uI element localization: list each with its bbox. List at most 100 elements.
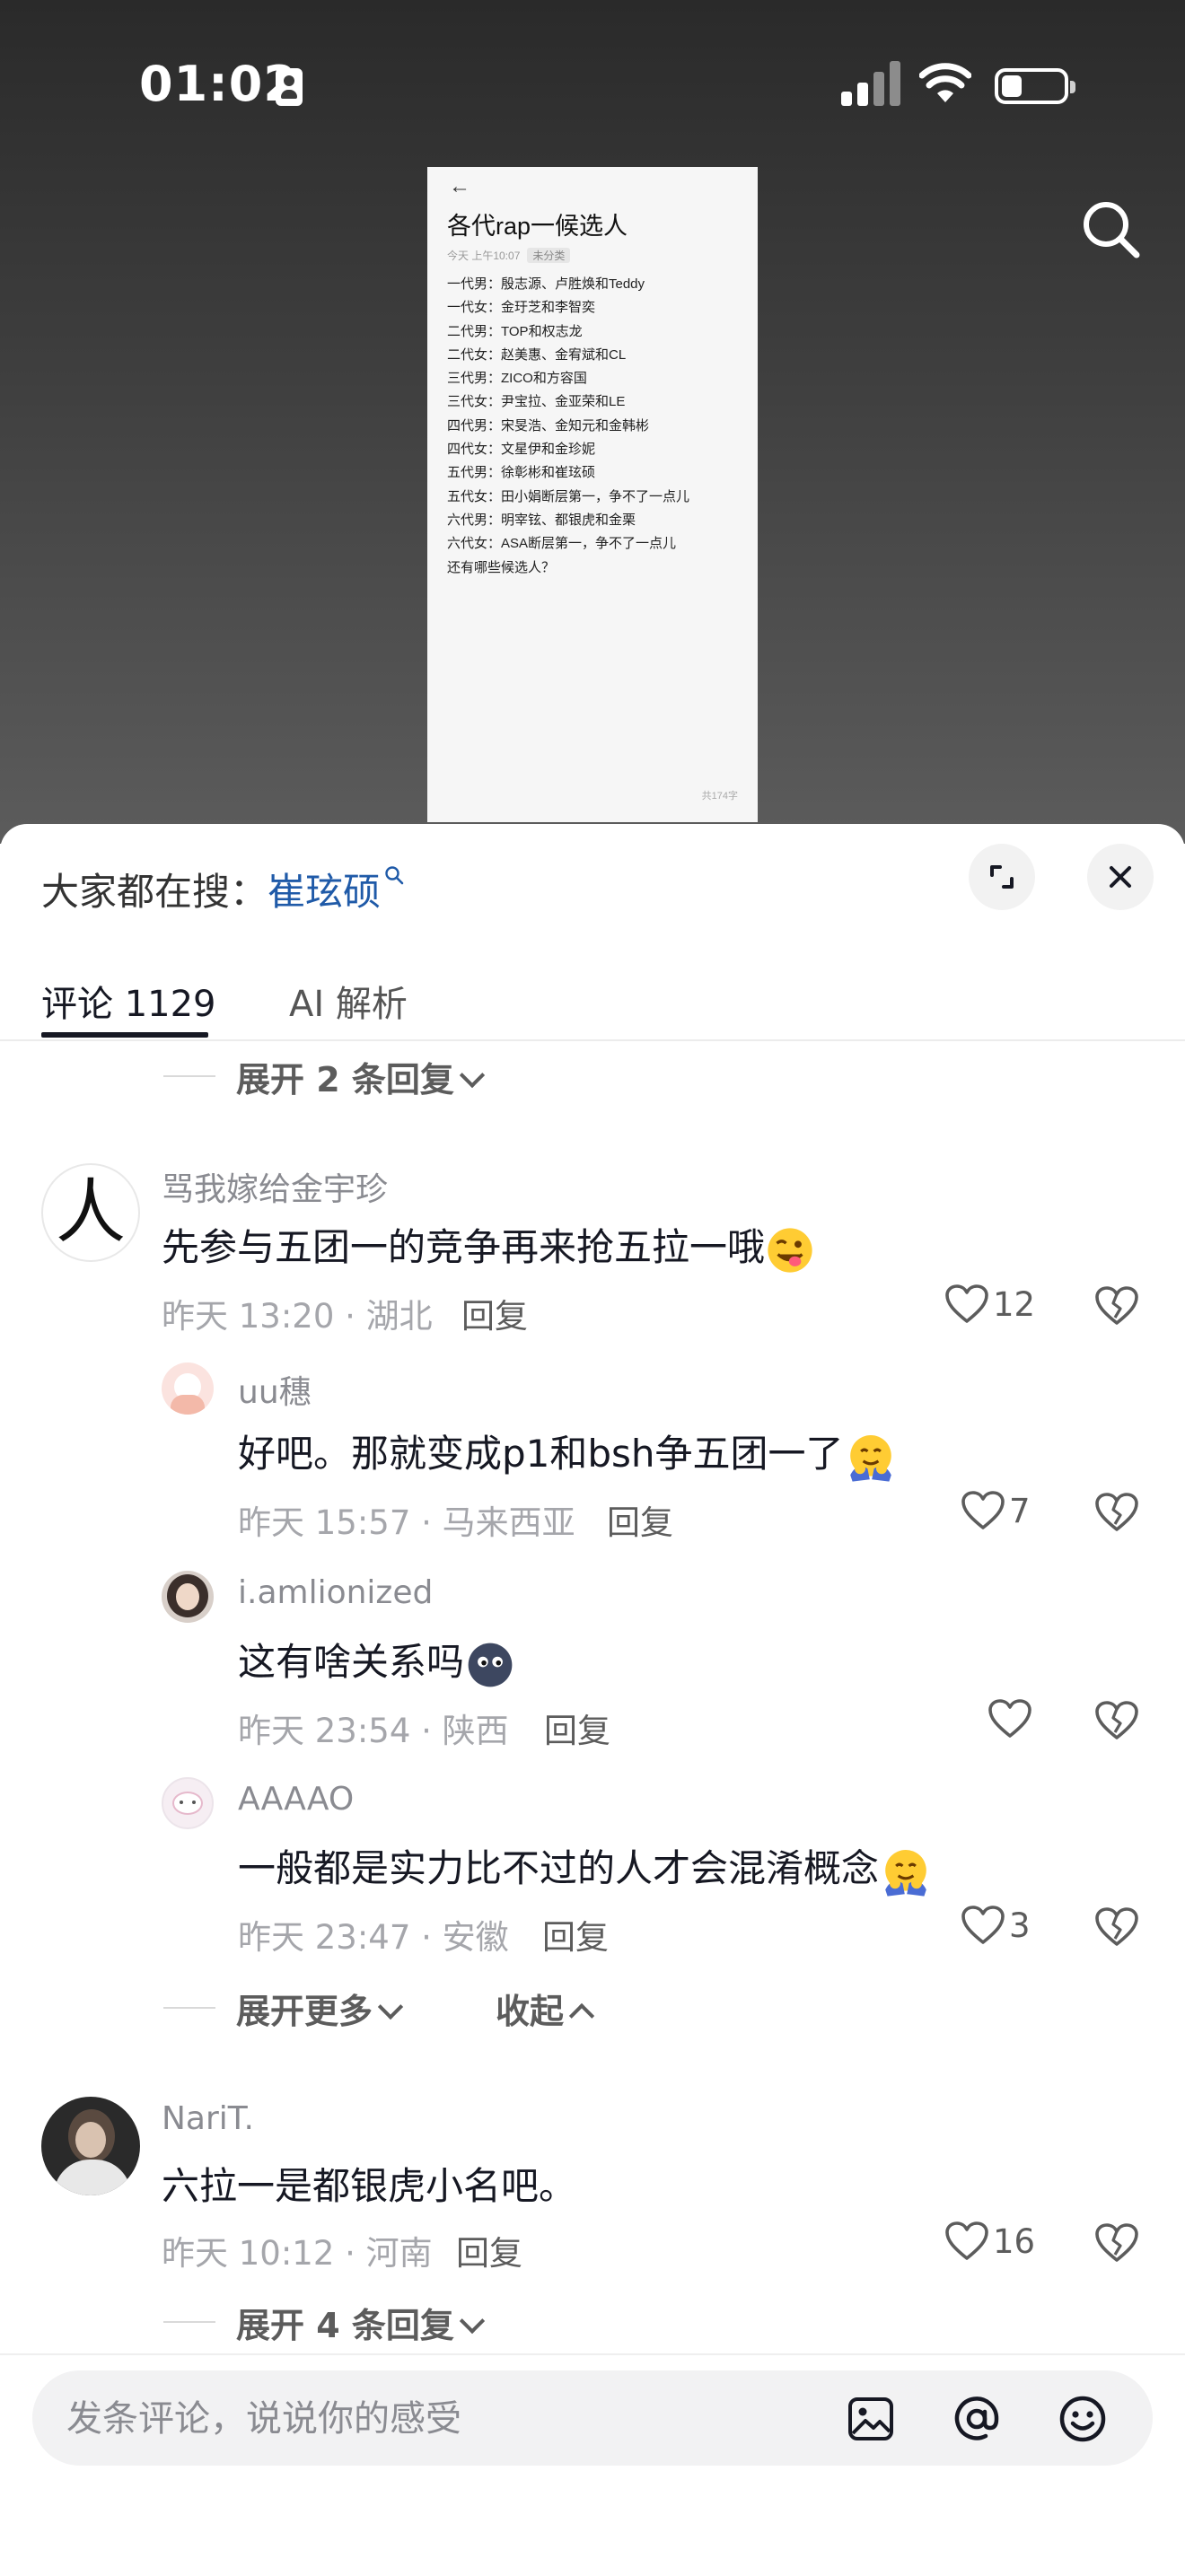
note-line: 三代男：ZICO和方容国 <box>447 371 587 387</box>
mention-icon[interactable] <box>952 2394 1002 2444</box>
comment-meta: 昨天 13:20 · 湖北 <box>162 1297 433 1336</box>
like-count: 3 <box>1009 1906 1031 1945</box>
note-meta: 今天 上午10:07 未分类 <box>447 248 571 263</box>
comment-username[interactable]: uu穗 <box>238 1366 312 1413</box>
sheet-tabs: 评论 1129 AI 解析 <box>0 959 1185 1041</box>
cellular-signal-icon <box>841 59 900 106</box>
like-count: 7 <box>1009 1491 1031 1530</box>
chevron-up-icon <box>568 2002 595 2029</box>
comments-sheet: 大家都在搜：崔玹硕 评论 1129 AI 解析 展开 2 条回复 人 骂我嫁给金… <box>0 824 1185 2574</box>
like-button[interactable]: 7 <box>961 1490 1031 1531</box>
reply-button[interactable]: 回复 <box>456 2226 522 2274</box>
comment-text: 先参与五团一的竞争再来抢五拉一哦 <box>162 1217 815 1275</box>
comment-composer-bar <box>0 2353 1185 2576</box>
back-arrow-icon: ← <box>449 174 470 198</box>
reply-button[interactable]: 回复 <box>542 1910 609 1958</box>
heart-icon <box>988 1699 1031 1738</box>
divider <box>163 2321 215 2323</box>
expand-sheet-button[interactable] <box>969 844 1035 910</box>
close-sheet-button[interactable] <box>1087 844 1154 910</box>
note-line: 三代女：尹宝拉、金亚荣和LE <box>447 394 626 410</box>
dislike-broken-heart-icon[interactable] <box>1094 1492 1139 1533</box>
comment-username[interactable]: i.amlionized <box>238 1574 433 1611</box>
dislike-broken-heart-icon[interactable] <box>1094 1285 1139 1327</box>
dark-moon-face-emoji-icon <box>468 1643 513 1687</box>
like-button[interactable] <box>988 1698 1036 1739</box>
tab-comments[interactable]: 评论 1129 <box>41 975 216 1027</box>
chevron-down-icon <box>459 2308 486 2335</box>
divider <box>163 1075 215 1077</box>
comment-composer[interactable] <box>32 2370 1153 2466</box>
avatar[interactable]: 人 <box>41 1163 140 1262</box>
comment-username[interactable]: NariT. <box>162 2100 254 2137</box>
search-icon[interactable] <box>1077 196 1144 262</box>
heart-icon <box>961 1491 1005 1529</box>
hugging-emoji-icon <box>849 1434 891 1482</box>
expand-icon <box>990 865 1014 889</box>
expand-more-button[interactable]: 展开更多 <box>236 1984 404 2033</box>
wink-tongue-emoji-icon <box>768 1227 812 1273</box>
dislike-broken-heart-icon[interactable] <box>1094 2222 1139 2264</box>
note-title: 各代rap一候选人 <box>447 213 628 240</box>
note-line: 四代女：文星伊和金珍妮 <box>447 442 596 458</box>
id-card-icon <box>276 68 303 106</box>
note-line: 六代男：明宰铉、都银虎和金栗 <box>447 512 636 528</box>
note-body: 一代男：殷志源、卢胜焕和Teddy 一代女：金玗芝和李智奕 二代男：TOP和权志… <box>447 273 689 580</box>
comment-text: 好吧。那就变成p1和bsh争五团一了 <box>238 1424 898 1484</box>
note-line: 一代女：金玗芝和李智奕 <box>447 300 596 316</box>
dislike-broken-heart-icon[interactable] <box>1094 1700 1139 1741</box>
expand-replies-button[interactable]: 展开 2 条回复 <box>236 1052 486 1101</box>
heart-icon <box>945 1284 988 1323</box>
collapse-button[interactable]: 收起 <box>496 1984 595 2033</box>
like-button[interactable]: 12 <box>944 1284 1035 1325</box>
battery-icon <box>995 68 1075 104</box>
comment-text: 这有啥关系吗 <box>238 1632 516 1691</box>
note-word-count: 共174字 <box>701 791 738 802</box>
like-button[interactable]: 16 <box>944 2221 1035 2262</box>
like-button[interactable]: 3 <box>961 1905 1031 1946</box>
note-line: 五代男：徐彰彬和崔玹硕 <box>447 465 596 481</box>
comment-text: 一般都是实力比不过的人才会混淆概念 <box>238 1838 933 1898</box>
emoji-icon[interactable] <box>1058 2394 1108 2444</box>
comment-input[interactable] <box>65 2391 786 2447</box>
heart-icon <box>945 2221 988 2260</box>
tab-ai-analysis[interactable]: AI 解析 <box>289 975 408 1027</box>
comment-username[interactable]: AAAAO <box>238 1781 354 1818</box>
reply-button[interactable]: 回复 <box>461 1289 528 1337</box>
comment-meta: 昨天 10:12 · 河南 <box>162 2234 433 2273</box>
note-line: 四代男：宋旻浩、金知元和金韩彬 <box>447 417 650 434</box>
comment-meta: 昨天 15:57 · 马来西亚 <box>238 1503 575 1542</box>
avatar[interactable] <box>162 1362 214 1415</box>
trending-search[interactable]: 大家都在搜：崔玹硕 <box>41 862 404 916</box>
avatar[interactable] <box>41 2097 140 2195</box>
note-line: 一代男：殷志源、卢胜焕和Teddy <box>447 276 645 292</box>
heart-icon <box>961 1906 1005 1944</box>
chevron-down-icon <box>377 1993 404 2020</box>
like-count: 12 <box>993 1284 1036 1324</box>
hugging-emoji-icon <box>885 1849 926 1897</box>
reply-button[interactable]: 回复 <box>607 1495 673 1544</box>
like-count: 16 <box>993 2221 1036 2261</box>
divider <box>163 2007 215 2009</box>
trending-search-keyword[interactable]: 崔玹硕 <box>268 870 381 914</box>
note-line: 五代女：田小娟断层第一，争不了一点儿 <box>447 488 690 504</box>
expand-replies-button[interactable]: 展开 4 条回复 <box>236 2298 486 2347</box>
post-media-area[interactable]: 01:02 ← 各代rap一候选人 今天 上午10:07 未分类 一代男：殷志源、… <box>0 0 1185 844</box>
reply-button[interactable]: 回复 <box>544 1704 610 1752</box>
active-tab-indicator <box>41 1032 208 1038</box>
search-icon <box>385 866 404 885</box>
image-icon[interactable] <box>846 2394 896 2444</box>
chevron-down-icon <box>459 1062 486 1089</box>
note-line: 还有哪些候选人？ <box>447 559 556 575</box>
comment-meta: 昨天 23:54 · 陕西 <box>238 1712 509 1750</box>
comment-meta: 昨天 23:47 · 安徽 <box>238 1918 509 1957</box>
comment-text: 六拉一是都银虎小名吧。 <box>162 2164 577 2208</box>
note-line: 二代男：TOP和权志龙 <box>447 323 583 339</box>
close-icon <box>1110 866 1131 888</box>
note-line: 六代女：ASA断层第一，争不了一点儿 <box>447 536 677 552</box>
note-screenshot: ← 各代rap一候选人 今天 上午10:07 未分类 一代男：殷志源、卢胜焕和Te… <box>427 167 758 822</box>
avatar[interactable] <box>162 1777 214 1829</box>
avatar[interactable] <box>162 1571 214 1623</box>
dislike-broken-heart-icon[interactable] <box>1094 1906 1139 1948</box>
comment-username[interactable]: 骂我嫁给金宇珍 <box>162 1163 388 1210</box>
